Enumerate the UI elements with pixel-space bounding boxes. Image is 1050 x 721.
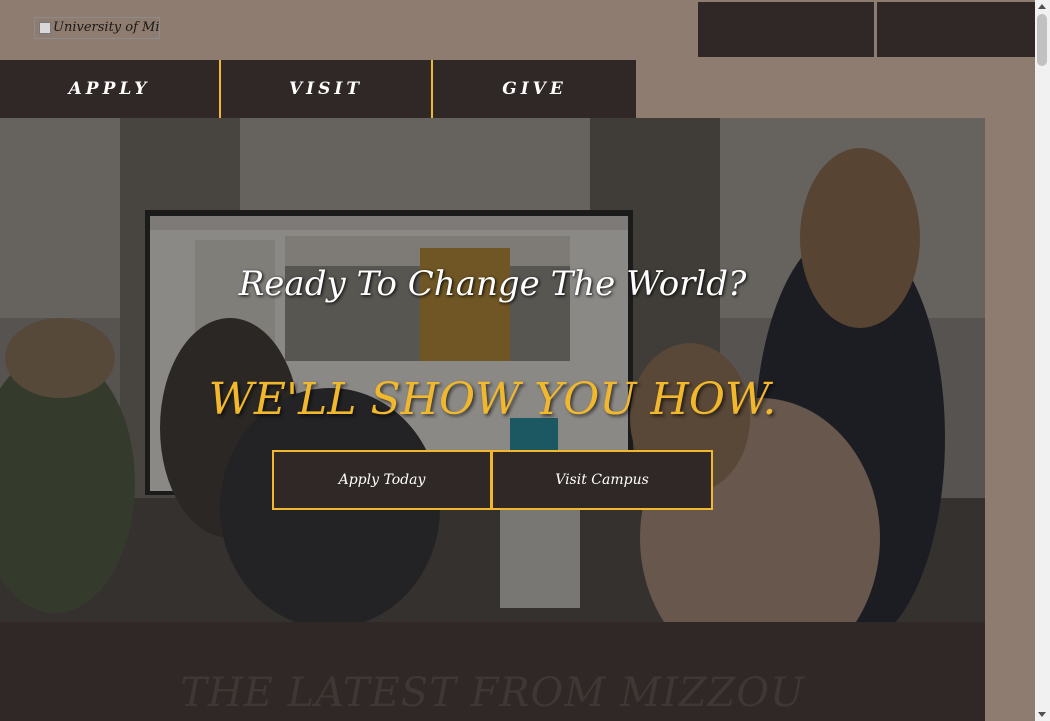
site-header: University of Missouri APPLY VISIT GIVE [0,0,1035,118]
main-nav: APPLY VISIT GIVE [0,60,636,118]
header-utility-box[interactable] [877,2,1035,57]
hero-title: Ready To Change The World? [238,264,747,304]
hero-banner: Ready To Change The World? WE'LL SHOW YO… [0,118,985,622]
broken-image-icon [39,21,51,34]
right-gutter [985,118,1035,721]
nav-visit[interactable]: VISIT [221,60,433,118]
hero-overlay [0,118,985,622]
hero-subtitle: WE'LL SHOW YOU HOW. [208,374,777,425]
apply-today-button[interactable]: Apply Today [272,450,492,510]
latest-title: THE LATEST FROM MIZZOU [180,670,805,716]
scrollbar-thumb[interactable] [1037,14,1047,66]
header-utility-box[interactable] [698,2,874,57]
nav-give[interactable]: GIVE [433,60,636,118]
logo-alt-text: University of Missouri [53,20,160,35]
latest-section: THE LATEST FROM MIZZOU [0,622,985,721]
scroll-down-icon[interactable] [1038,712,1046,717]
university-logo[interactable]: University of Missouri [34,17,160,39]
vertical-scrollbar[interactable] [1035,0,1050,721]
visit-campus-button[interactable]: Visit Campus [491,450,713,510]
scroll-up-icon[interactable] [1038,4,1046,9]
nav-apply[interactable]: APPLY [0,60,221,118]
